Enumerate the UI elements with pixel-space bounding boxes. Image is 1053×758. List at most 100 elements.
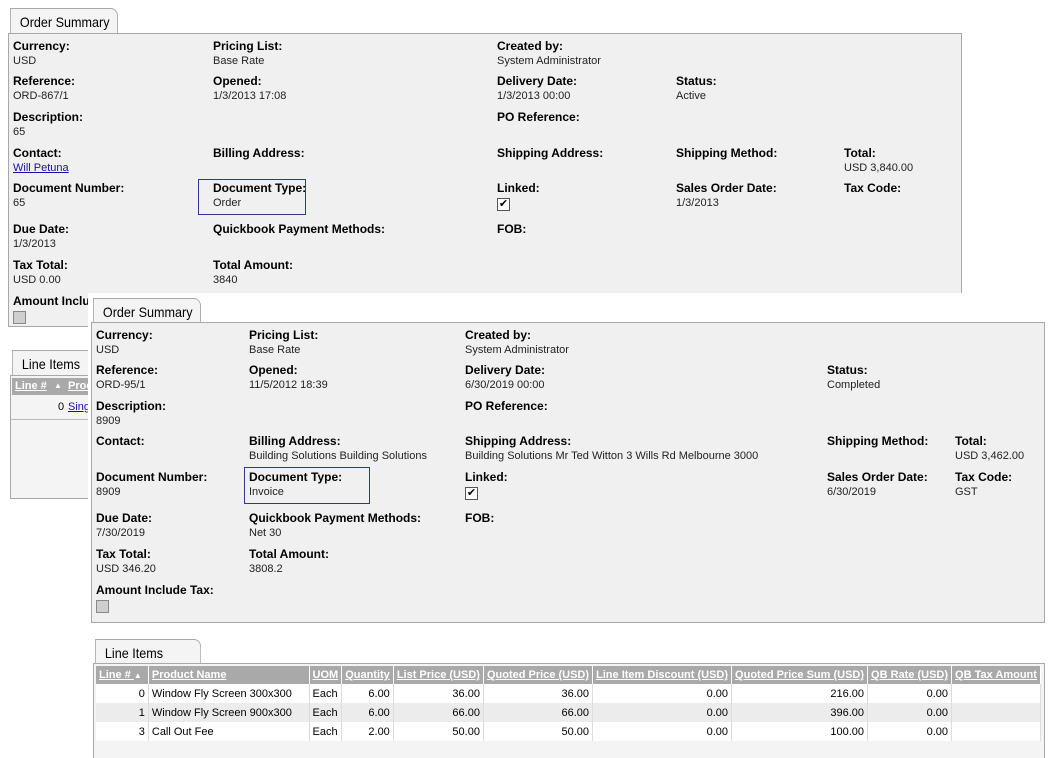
label: Document Type: <box>213 181 307 195</box>
value: 8909 <box>96 415 121 427</box>
cell-uom: Each <box>309 684 343 703</box>
value: USD 3,462.00 <box>955 450 1025 462</box>
back-contact-field: Contact: Will Petuna <box>13 146 69 176</box>
col-list-price[interactable]: List Price (USD) <box>393 666 484 684</box>
value: USD 0.00 <box>13 274 61 286</box>
label: Document Number: <box>13 181 125 195</box>
label: Total Amount: <box>213 258 293 272</box>
front-docnum-field: Document Number: 8909 <box>96 470 207 500</box>
table-row[interactable]: 1 Window Fly Screen 900x300 Each 6.00 66… <box>96 703 1041 722</box>
col-qb-tax[interactable]: QB Tax Amount <box>951 666 1041 684</box>
front-due-field: Due Date: 7/30/2019 <box>96 511 152 541</box>
front-pricing-field: Pricing List: Base Rate <box>249 328 318 358</box>
label: Linked: <box>465 470 508 484</box>
col-quantity[interactable]: Quantity <box>341 666 394 684</box>
line-items-table: Line # ▲ Product Name UOM Quantity List … <box>96 666 1041 741</box>
col-product-name[interactable]: Product Name <box>148 666 310 684</box>
label: Amount Include Tax: <box>96 583 214 597</box>
label: Quickbook Payment Methods: <box>249 511 422 525</box>
label: PO Reference: <box>465 399 548 413</box>
value: 8909 <box>96 486 121 498</box>
col-line-number[interactable]: Line # ▲ <box>96 666 149 684</box>
col-uom[interactable]: UOM <box>309 666 343 684</box>
front-shipping-method-field: Shipping Method: <box>827 434 928 449</box>
label: Contact: <box>96 434 145 448</box>
back-total-field: Total: USD 3,840.00 <box>844 146 913 176</box>
front-order-summary-tab[interactable]: Order Summary <box>93 298 201 323</box>
label: Status: <box>827 363 868 377</box>
back-created-field: Created by: System Administrator <box>497 39 601 69</box>
linked-checkbox[interactable]: ✔ <box>465 487 478 500</box>
back-description-field: Description: 65 <box>13 110 83 140</box>
label: Currency: <box>96 328 153 342</box>
back-order-summary-panel <box>8 33 962 327</box>
sort-asc-icon: ▲ <box>133 671 142 680</box>
front-sales-date-field: Sales Order Date: 6/30/2019 <box>827 470 928 500</box>
front-opened-field: Opened: 11/5/2012 18:39 <box>249 363 328 393</box>
front-doctype-field: Document Type: Invoice <box>249 470 342 500</box>
value: USD <box>13 55 37 67</box>
back-fob-field: FOB: <box>497 222 526 237</box>
cell-qb-rate: 0.00 <box>867 684 953 703</box>
back-shipping-field: Shipping Address: <box>497 146 603 161</box>
label: Total Amount: <box>249 547 329 561</box>
label: Tax Total: <box>96 547 151 561</box>
label: Document Type: <box>249 470 343 484</box>
header-label: Line # <box>99 669 131 681</box>
value: 7/30/2019 <box>96 527 145 539</box>
value: Completed <box>827 379 881 391</box>
col-line-discount[interactable]: Line Item Discount (USD) <box>592 666 733 684</box>
label: Billing Address: <box>249 434 341 448</box>
back-order-summary-tab[interactable]: Order Summary <box>10 8 118 33</box>
col-quoted-sum[interactable]: Quoted Price Sum (USD) <box>731 666 869 684</box>
back-status-field: Status: Active <box>676 74 717 104</box>
cell-quoted-price: 66.00 <box>483 703 594 722</box>
line-items-tab[interactable]: Line Items <box>95 639 202 664</box>
label: Shipping Address: <box>465 434 572 448</box>
table-row[interactable]: 0 Window Fly Screen 300x300 Each 6.00 36… <box>96 684 1041 703</box>
label: Pricing List: <box>213 39 283 53</box>
value: Net 30 <box>249 527 282 539</box>
label: Tax Total: <box>13 258 68 272</box>
label: Reference: <box>96 363 159 377</box>
back-currency-field: Currency: USD <box>13 39 70 69</box>
label: Shipping Method: <box>827 434 929 448</box>
label: FOB: <box>465 511 495 525</box>
value: 3808.2 <box>249 563 283 575</box>
label: Currency: <box>13 39 70 53</box>
value: 1/3/2013 00:00 <box>497 90 571 102</box>
value: 6/30/2019 <box>827 486 876 498</box>
back-sales-date-field: Sales Order Date: 1/3/2013 <box>676 181 777 211</box>
table-row[interactable]: 3 Call Out Fee Each 2.00 50.00 50.00 0.0… <box>96 722 1041 741</box>
cell-quantity: 6.00 <box>341 684 394 703</box>
amount-tax-checkbox[interactable] <box>96 600 109 613</box>
amount-tax-checkbox[interactable] <box>13 311 26 324</box>
label: Shipping Address: <box>497 146 604 160</box>
line-items-table-wrap: Line # ▲ Product Name UOM Quantity List … <box>96 666 1041 741</box>
label: Reference: <box>13 74 76 88</box>
label: FOB: <box>497 222 527 236</box>
back-billing-field: Billing Address: <box>213 146 305 161</box>
label: Billing Address: <box>213 146 305 160</box>
contact-link[interactable]: Will Petuna <box>13 161 69 176</box>
cell-uom: Each <box>309 703 343 722</box>
value: 6/30/2019 00:00 <box>465 379 545 391</box>
col-quoted-price[interactable]: Quoted Price (USD) <box>483 666 594 684</box>
value: 1/3/2013 17:08 <box>213 90 287 102</box>
linked-checkbox[interactable]: ✔ <box>497 198 510 211</box>
front-contact-field: Contact: <box>96 434 145 449</box>
label: Tax Code: <box>844 181 902 195</box>
value: USD 346.20 <box>96 563 156 575</box>
cell-line: 0 <box>96 684 149 703</box>
front-total-field: Total: USD 3,462.00 <box>955 434 1024 464</box>
back-col-line[interactable]: Line # <box>15 380 47 392</box>
label: Linked: <box>497 181 540 195</box>
label: PO Reference: <box>497 110 580 124</box>
label: Opened: <box>213 74 262 88</box>
front-description-field: Description: 8909 <box>96 399 166 429</box>
cell-qb-tax <box>951 722 1041 741</box>
col-qb-rate[interactable]: QB Rate (USD) <box>867 666 953 684</box>
back-line-items-tab[interactable]: Line Items <box>12 350 98 375</box>
front-billing-field: Billing Address: Building Solutions Buil… <box>249 434 427 464</box>
back-delivery-field: Delivery Date: 1/3/2013 00:00 <box>497 74 577 104</box>
